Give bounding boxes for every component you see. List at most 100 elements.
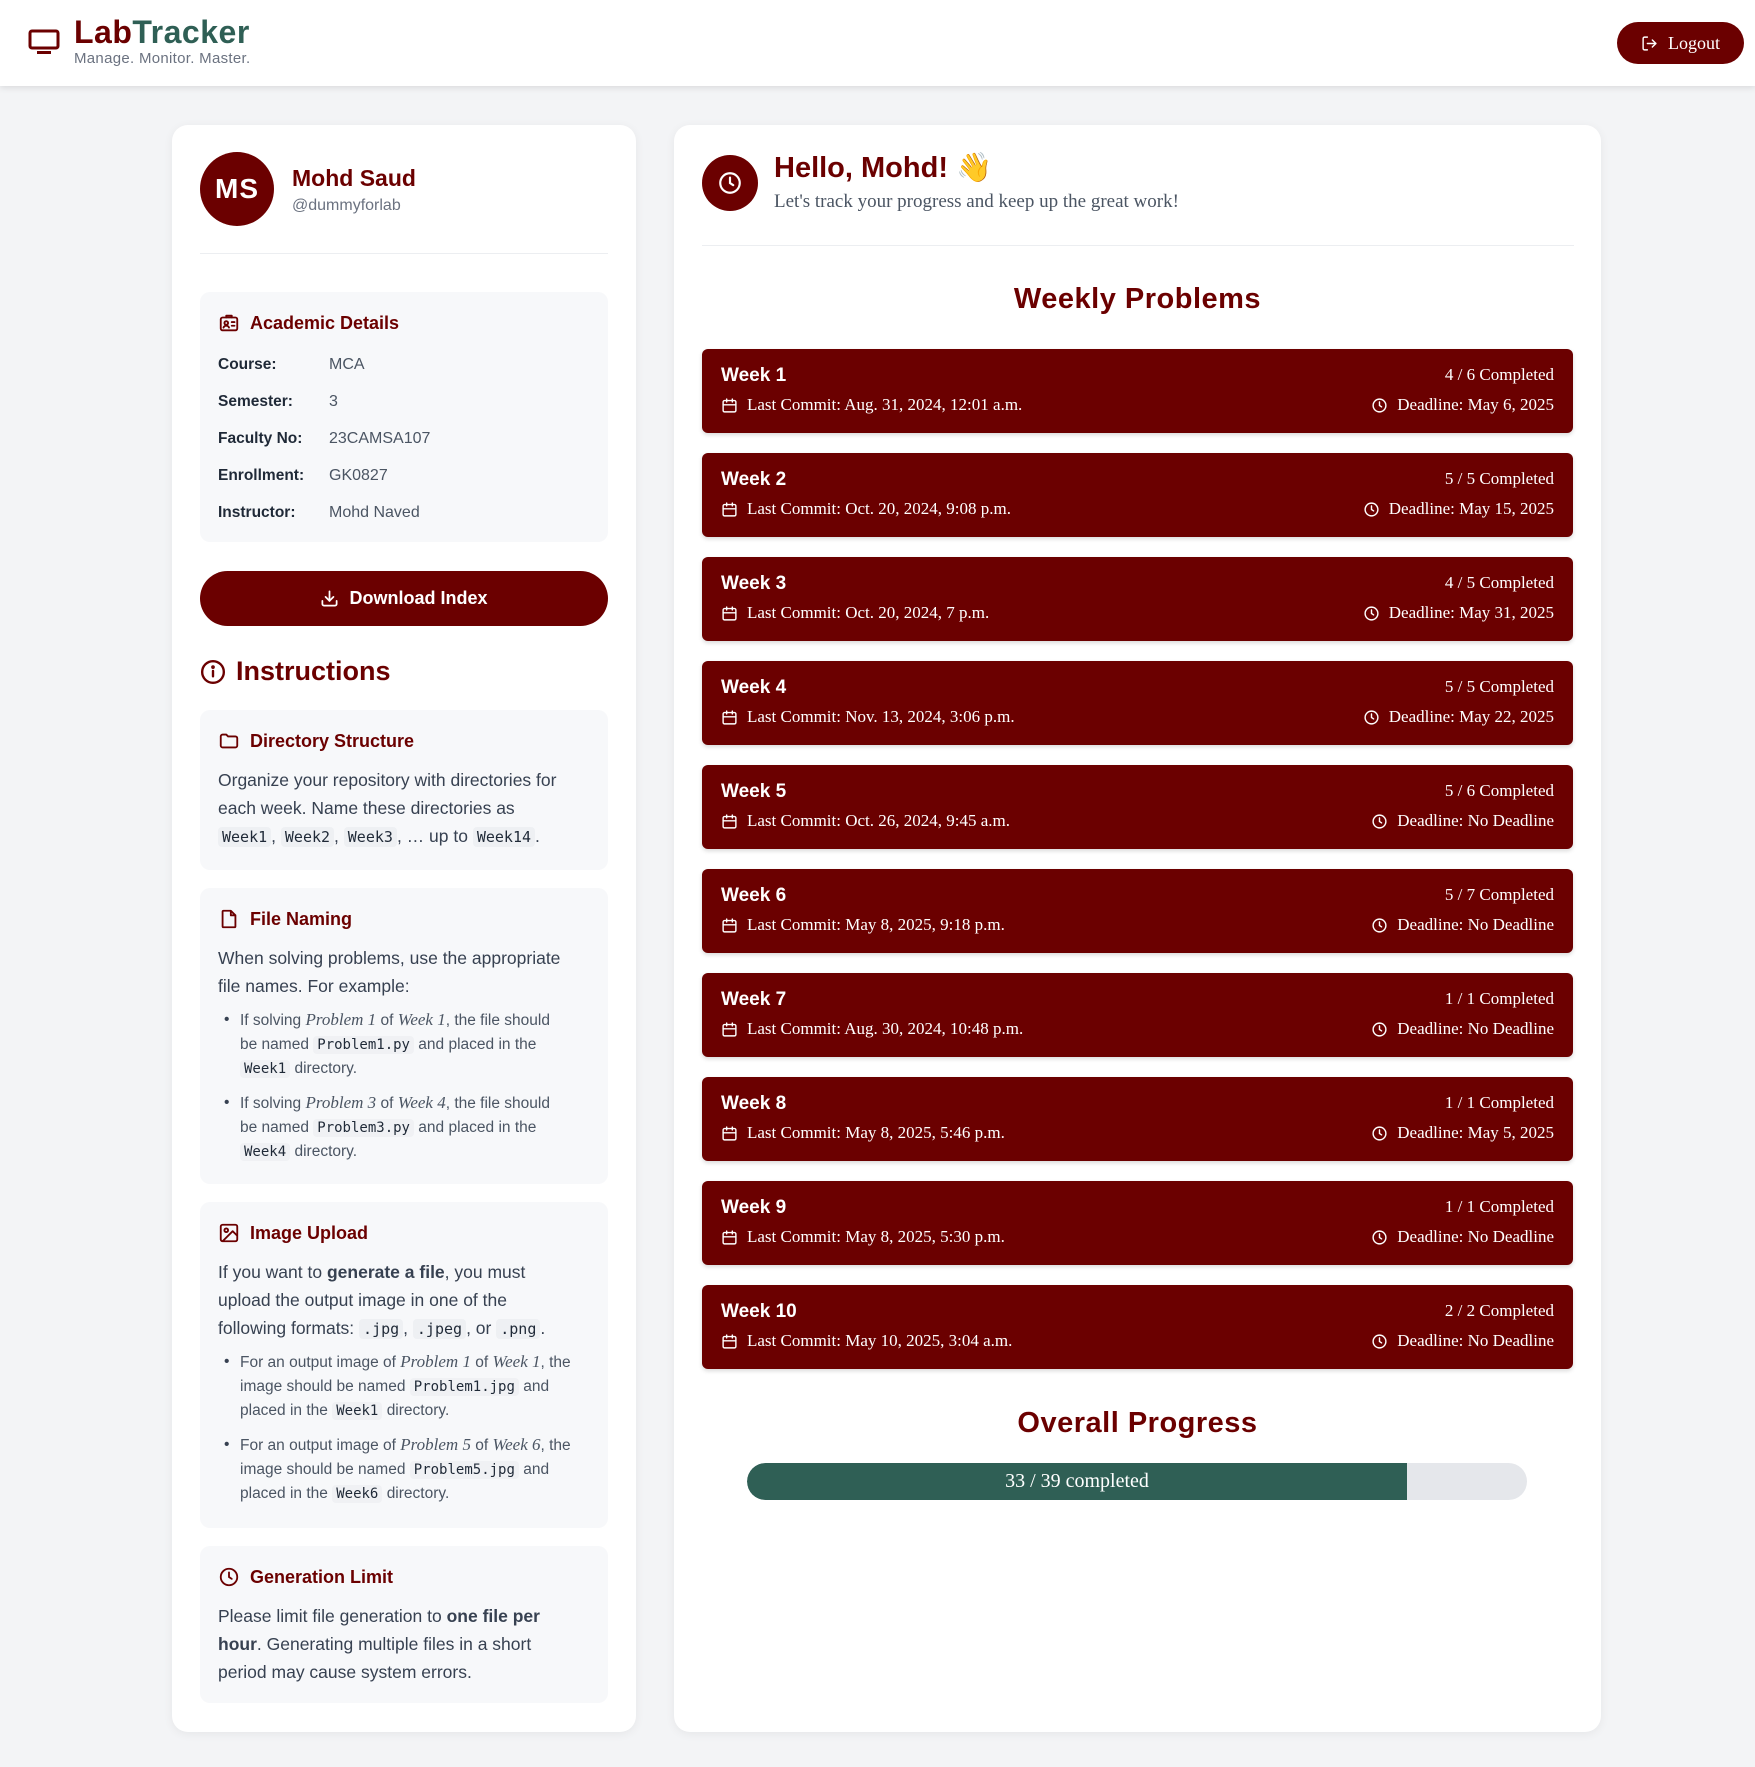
download-index-button[interactable]: Download Index (200, 571, 608, 626)
academic-details-heading: Academic Details (218, 312, 399, 334)
week-name: Week 4 (721, 677, 787, 698)
week-deadline: Deadline: May 5, 2025 (1371, 1123, 1554, 1143)
calendar-icon (722, 1125, 737, 1141)
week-last-commit: Last Commit: Aug. 31, 2024, 12:01 a.m. (721, 395, 1022, 415)
calendar-icon (722, 917, 737, 933)
logout-button[interactable]: Logout (1617, 22, 1744, 64)
week-card[interactable]: Week 1 4 / 6 Completed Last Commit: Aug. 3… (702, 349, 1573, 433)
image-upload-text: If you want to generate a file, you must… (218, 1262, 546, 1339)
week-deadline: Deadline: No Deadline (1371, 1331, 1554, 1351)
week-last-commit: Last Commit: Nov. 13, 2024, 3:06 p.m. (721, 707, 1015, 727)
instructor-row: Instructor: Mohd Naved (218, 504, 420, 521)
clock-icon (719, 172, 741, 194)
clock-icon (1372, 917, 1387, 933)
week-name: Week 1 (721, 365, 787, 386)
week-last-commit: Last Commit: Aug. 30, 2024, 10:48 p.m. (721, 1019, 1023, 1039)
week-card[interactable]: Week 9 1 / 1 Completed Last Commit: May 8,… (702, 1181, 1573, 1265)
clock-icon (1372, 1021, 1387, 1037)
clock-icon (1372, 813, 1387, 829)
week-card[interactable]: Week 8 1 / 1 Completed Last Commit: May 8,… (702, 1077, 1573, 1161)
weekly-problems-title: Weekly Problems (1013, 283, 1262, 315)
week-deadline: Deadline: No Deadline (1371, 1019, 1554, 1039)
week-completion: 4 / 6 Completed (1444, 365, 1554, 384)
generation-limit-text: Please limit file generation to one file… (218, 1606, 540, 1682)
calendar-icon (722, 1229, 737, 1245)
greeting-badge (702, 155, 758, 211)
week-completion: 1 / 1 Completed (1444, 1197, 1554, 1216)
clock-icon (1364, 501, 1379, 517)
week-name: Week 3 (721, 573, 787, 594)
week-last-commit: Last Commit: Oct. 20, 2024, 7 p.m. (721, 603, 989, 623)
faculty-no-row: Faculty No: 23CAMSA107 (218, 430, 431, 447)
clock-icon (1372, 397, 1387, 413)
directory-structure-text: Organize your repository with directorie… (218, 770, 557, 847)
generation-limit-panel: Generation Limit Please limit file gener… (200, 1546, 608, 1703)
directory-structure-heading: Directory Structure (218, 730, 414, 752)
image-upload-panel: Image Upload If you want to generate a f… (200, 1202, 608, 1528)
overall-progress-title: Overall Progress (1017, 1407, 1258, 1439)
week-last-commit: Last Commit: Oct. 26, 2024, 9:45 a.m. (721, 811, 1010, 831)
week-card[interactable]: Week 7 1 / 1 Completed Last Commit: Aug. 3… (702, 973, 1573, 1057)
app-title[interactable]: LabTracker (74, 14, 250, 51)
download-icon (321, 590, 338, 607)
week-completion: 1 / 1 Completed (1444, 989, 1554, 1008)
week-deadline: Deadline: No Deadline (1371, 811, 1554, 831)
academic-details-panel: Academic Details Course: MCA Semester: 3 F… (200, 292, 608, 542)
week-deadline: Deadline: May 15, 2025 (1363, 499, 1554, 519)
directory-structure-panel: Directory Structure Organize your reposi… (200, 710, 608, 870)
top-bar: LabTracker Manage. Monitor. Master. Logo… (0, 0, 1755, 86)
week-card[interactable]: Week 4 5 / 5 Completed Last Commit: Nov. 1… (702, 661, 1573, 745)
week-deadline: Deadline: No Deadline (1371, 1227, 1554, 1247)
calendar-icon (722, 813, 737, 829)
calendar-icon (722, 501, 737, 517)
generation-limit-heading: Generation Limit (218, 1566, 393, 1588)
week-card[interactable]: Week 6 5 / 7 Completed Last Commit: May 8,… (702, 869, 1573, 953)
divider (200, 253, 608, 254)
user-handle: @dummyforlab (292, 197, 401, 214)
profile-sidebar: MS Mohd Saud @dummyforlab Academic Detai… (172, 125, 636, 1732)
image-upload-example-1: For an output image of Problem 1 of Week… (222, 1350, 586, 1423)
info-icon (200, 659, 226, 684)
week-completion: 4 / 5 Completed (1444, 573, 1554, 592)
file-naming-heading: File Naming (218, 908, 352, 930)
enrollment-row: Enrollment: GK0827 (218, 467, 388, 484)
clock-icon (1364, 709, 1379, 725)
week-card[interactable]: Week 5 5 / 6 Completed Last Commit: Oct. 2… (702, 765, 1573, 849)
week-name: Week 7 (721, 989, 787, 1010)
week-completion: 5 / 5 Completed (1444, 677, 1554, 696)
user-name: Mohd Saud (292, 165, 416, 191)
file-naming-text: When solving problems, use the appropria… (218, 948, 561, 996)
week-name: Week 5 (721, 781, 787, 802)
week-completion: 5 / 5 Completed (1444, 469, 1554, 488)
course-row: Course: MCA (218, 356, 365, 373)
week-name: Week 8 (721, 1093, 787, 1114)
file-naming-panel: File Naming When solving problems, use t… (200, 888, 608, 1184)
week-completion: 5 / 6 Completed (1444, 781, 1554, 800)
week-name: Week 2 (721, 469, 787, 490)
week-card[interactable]: Week 3 4 / 5 Completed Last Commit: Oct. 2… (702, 557, 1573, 641)
weekly-problems-list: Week 1 4 / 6 Completed Last Commit: Aug. 3… (702, 349, 1573, 1389)
logout-label: Logout (1668, 32, 1720, 53)
week-last-commit: Last Commit: May 10, 2025, 3:04 a.m. (721, 1331, 1012, 1351)
week-card[interactable]: Week 2 5 / 5 Completed Last Commit: Oct. 2… (702, 453, 1573, 537)
week-deadline: Deadline: No Deadline (1371, 915, 1554, 935)
week-deadline: Deadline: May 31, 2025 (1363, 603, 1554, 623)
main-panel: Hello, Mohd! 👋 Let's track your progress… (674, 125, 1601, 1732)
week-deadline: Deadline: May 22, 2025 (1363, 707, 1554, 727)
file-naming-example-1: If solving Problem 1 of Week 1, the file… (222, 1008, 586, 1081)
week-last-commit: Last Commit: May 8, 2025, 9:18 p.m. (721, 915, 1005, 935)
avatar: MS (200, 152, 274, 226)
week-completion: 1 / 1 Completed (1444, 1093, 1554, 1112)
week-completion: 5 / 7 Completed (1444, 885, 1554, 904)
image-upload-example-2: For an output image of Problem 5 of Week… (222, 1433, 586, 1506)
greeting-title: Hello, Mohd! 👋 (774, 152, 993, 184)
week-last-commit: Last Commit: Oct. 20, 2024, 9:08 p.m. (721, 499, 1011, 519)
week-deadline: Deadline: May 6, 2025 (1371, 395, 1554, 415)
week-card[interactable]: Week 10 2 / 2 Completed Last Commit: May 1… (702, 1285, 1573, 1369)
calendar-icon (722, 1021, 737, 1037)
clock-icon (1372, 1333, 1387, 1349)
instructions-heading: Instructions (200, 656, 391, 687)
semester-row: Semester: 3 (218, 393, 338, 410)
week-last-commit: Last Commit: May 8, 2025, 5:46 p.m. (721, 1123, 1005, 1143)
file-naming-example-2: If solving Problem 3 of Week 4, the file… (222, 1091, 586, 1164)
